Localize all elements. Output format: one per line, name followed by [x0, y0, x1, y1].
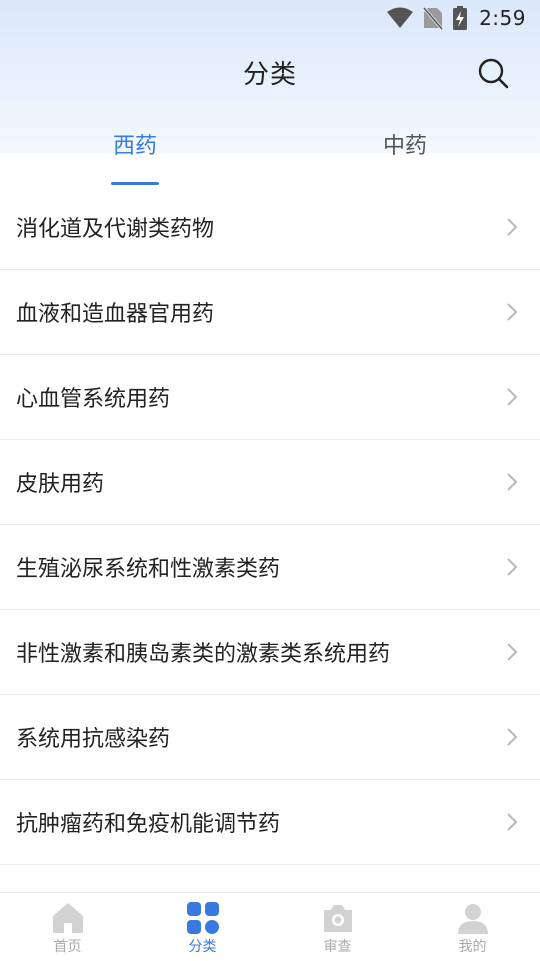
- tab-western-medicine[interactable]: 西药: [0, 128, 270, 160]
- page-title: 分类: [242, 60, 297, 90]
- category-list: 消化道及代谢类药物 血液和造血器官用药 心血管系统用药 皮肤用药 生殖泌尿系统和…: [0, 185, 540, 865]
- home-icon: [52, 903, 83, 933]
- category-item-digestive-metabolism[interactable]: 消化道及代谢类药物: [0, 185, 540, 270]
- category-item-blood-hematopoietic[interactable]: 血液和造血器官用药: [0, 270, 540, 355]
- battery-charging-icon: [453, 6, 468, 30]
- nav-home[interactable]: 首页: [0, 893, 135, 961]
- nav-review[interactable]: 审查: [270, 893, 405, 961]
- chevron-right-icon: [507, 218, 518, 236]
- title-bar: 分类: [0, 40, 540, 108]
- category-item-systemic-hormones[interactable]: 非性激素和胰岛素类的激素类系统用药: [0, 610, 540, 695]
- nav-profile[interactable]: 我的: [405, 893, 540, 961]
- profile-icon: [457, 904, 488, 934]
- chevron-right-icon: [507, 473, 518, 491]
- category-label: 皮肤用药: [16, 472, 105, 497]
- nav-label: 审查: [323, 939, 352, 955]
- category-grid-icon: [186, 902, 219, 934]
- status-bar: 2:59: [0, 0, 540, 36]
- category-label: 抗肿瘤药和免疫机能调节药: [16, 812, 281, 837]
- wifi-icon: [387, 7, 414, 29]
- category-label: 血液和造血器官用药: [16, 302, 215, 327]
- chevron-right-icon: [507, 558, 518, 576]
- chevron-right-icon: [507, 728, 518, 746]
- nav-label: 分类: [188, 939, 217, 955]
- drug-type-tabs: 西药 中药: [0, 118, 540, 188]
- category-item-anti-infectives[interactable]: 系统用抗感染药: [0, 695, 540, 780]
- search-icon: [478, 58, 509, 89]
- category-item-cardiovascular[interactable]: 心血管系统用药: [0, 355, 540, 440]
- chevron-right-icon: [507, 813, 518, 831]
- search-button[interactable]: [476, 56, 512, 92]
- camera-icon: [323, 905, 352, 932]
- no-sim-icon: [423, 6, 444, 30]
- category-item-antineoplastic-immunomodulating[interactable]: 抗肿瘤药和免疫机能调节药: [0, 780, 540, 865]
- bottom-navigation: 首页 分类 审查 我的: [0, 892, 540, 960]
- category-label: 生殖泌尿系统和性激素类药: [16, 557, 281, 582]
- category-label: 心血管系统用药: [16, 387, 171, 412]
- category-label: 系统用抗感染药: [16, 727, 171, 752]
- category-item-genitourinary-sex-hormones[interactable]: 生殖泌尿系统和性激素类药: [0, 525, 540, 610]
- chevron-right-icon: [507, 303, 518, 321]
- category-item-dermatological[interactable]: 皮肤用药: [0, 440, 540, 525]
- category-label: 非性激素和胰岛素类的激素类系统用药: [16, 642, 391, 667]
- nav-category[interactable]: 分类: [135, 893, 270, 961]
- tab-chinese-medicine[interactable]: 中药: [270, 128, 540, 160]
- chevron-right-icon: [507, 388, 518, 406]
- nav-label: 我的: [458, 939, 487, 955]
- nav-label: 首页: [53, 939, 82, 955]
- status-time: 2:59: [479, 6, 526, 30]
- chevron-right-icon: [507, 643, 518, 661]
- category-label: 消化道及代谢类药物: [16, 217, 215, 242]
